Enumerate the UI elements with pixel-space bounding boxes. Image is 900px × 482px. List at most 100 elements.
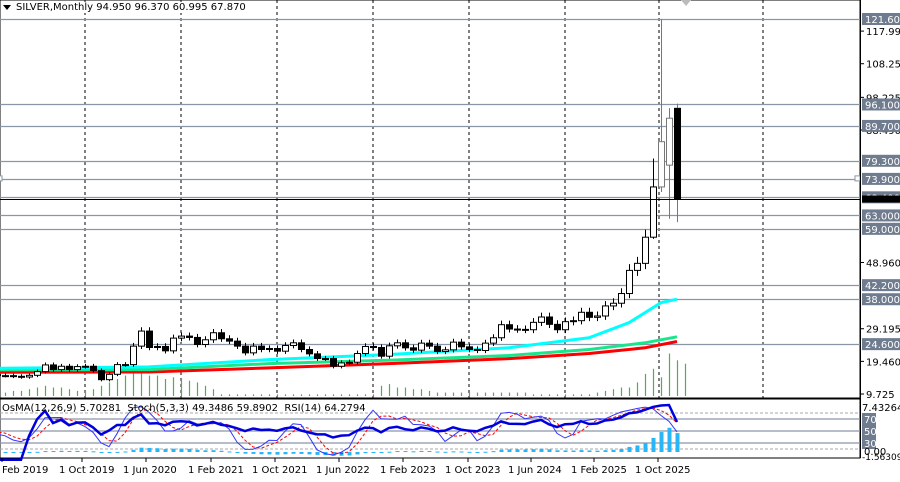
candle-body: [50, 364, 57, 371]
candle-body: [370, 345, 377, 348]
price-tick-label: 19.460: [866, 357, 900, 368]
level-label: 38.000: [865, 295, 900, 306]
candle-body: [482, 342, 489, 352]
candle-body: [18, 375, 25, 378]
osma-bar: [515, 449, 520, 452]
candle-body: [106, 373, 113, 381]
level-label: 73.900: [865, 175, 900, 186]
candle-body: [178, 335, 185, 339]
candle-body: [0, 374, 1, 377]
osma-bar: [619, 449, 624, 452]
price-tick-label: 48.960: [866, 258, 900, 269]
candle-body: [258, 345, 265, 351]
candle-body: [578, 311, 585, 322]
candle: [98, 368, 105, 382]
osma-bar: [379, 452, 384, 453]
ohlc-values: 94.950 96.370 60.995 67.870: [96, 2, 246, 13]
osma-bar: [459, 451, 464, 453]
candle-body: [594, 315, 601, 318]
candle-body: [458, 341, 465, 348]
osma-bar: [115, 451, 120, 453]
candle-body: [170, 337, 177, 352]
osma-bar: [523, 449, 528, 452]
candle-body: [306, 349, 313, 355]
price-tick-label: 117.990: [866, 27, 900, 38]
osma-bar: [491, 451, 496, 453]
osma-bar: [251, 452, 256, 454]
osma-bar: [11, 452, 16, 453]
candle-body: [658, 141, 665, 188]
candle-body: [610, 302, 617, 307]
osma-bar: [27, 452, 32, 453]
osma-bar: [627, 446, 632, 452]
candle-body: [530, 321, 537, 331]
osma-bar: [355, 452, 360, 455]
candle-body: [322, 358, 329, 361]
candle-body: [618, 293, 625, 304]
osma-bar: [555, 450, 560, 452]
osma-bar: [131, 449, 136, 452]
candle-body: [66, 365, 73, 371]
osma-bar: [539, 448, 544, 452]
candle-body: [378, 346, 385, 357]
osma-bar: [203, 450, 208, 452]
osma-bar: [283, 452, 288, 455]
candle: [114, 362, 121, 377]
candle-body: [194, 336, 201, 345]
candle-body: [362, 345, 369, 355]
osma-bar: [163, 449, 168, 452]
osma-bar: [211, 450, 216, 452]
candle-body: [122, 364, 129, 367]
candle-body: [674, 107, 681, 200]
indicator-header: OsMA(12,26,9) 5.70281 Stoch(5,3,3) 49.34…: [2, 403, 366, 414]
time-axis-label: 1 Oct 2019: [59, 465, 115, 476]
candle-body: [570, 320, 577, 323]
candle-body: [650, 186, 657, 238]
osma-bar: [219, 450, 224, 452]
indicator-level-label: 50: [864, 427, 877, 438]
candle-body: [418, 342, 425, 351]
candle-body: [234, 340, 241, 347]
level-label: 79.300: [865, 157, 900, 168]
osma-bar: [291, 452, 296, 454]
indicator-axis-top: 7.43264: [862, 403, 900, 414]
time-axis-label: 1 Oct 2025: [635, 465, 691, 476]
candle-body: [90, 365, 97, 372]
time-axis-label: Feb 2019: [2, 465, 49, 476]
osma-bar: [371, 452, 376, 453]
candle-body: [546, 316, 553, 325]
osma-bar: [635, 445, 640, 452]
candle-body: [138, 330, 145, 347]
osma-label: OsMA(12,26,9) 5.70281: [2, 403, 122, 414]
candle-body: [282, 344, 289, 352]
price-tick-label: 29.195: [866, 325, 900, 336]
candle-body: [386, 345, 393, 357]
osma-bar: [667, 427, 672, 452]
candle-body: [466, 346, 473, 351]
candle-body: [186, 335, 193, 338]
candle: [146, 327, 153, 351]
candle-body: [410, 347, 417, 351]
osma-bar: [107, 452, 112, 453]
price-tick-label: 108.255: [866, 60, 900, 71]
time-axis-label: 1 Jun 2022: [316, 465, 370, 476]
candle-body: [226, 338, 233, 342]
candle-body: [266, 347, 273, 351]
osma-bar: [307, 452, 312, 455]
osma-bar: [547, 449, 552, 452]
candle-body: [74, 366, 81, 371]
candle-body: [202, 339, 209, 345]
osma-bar: [235, 452, 240, 453]
candle: [130, 342, 137, 367]
osma-bar: [387, 451, 392, 453]
osma-bar: [347, 452, 352, 456]
osma-bar: [227, 451, 232, 453]
candle-body: [394, 342, 401, 347]
level-label: 24.600: [865, 340, 900, 351]
osma-bar: [259, 452, 264, 455]
candle-body: [2, 375, 9, 378]
dropdown-triangle-icon[interactable]: [3, 4, 11, 10]
symbol-label: SILVER,Monthly: [16, 2, 94, 13]
osma-bar: [299, 452, 304, 454]
candle-body: [634, 262, 641, 271]
